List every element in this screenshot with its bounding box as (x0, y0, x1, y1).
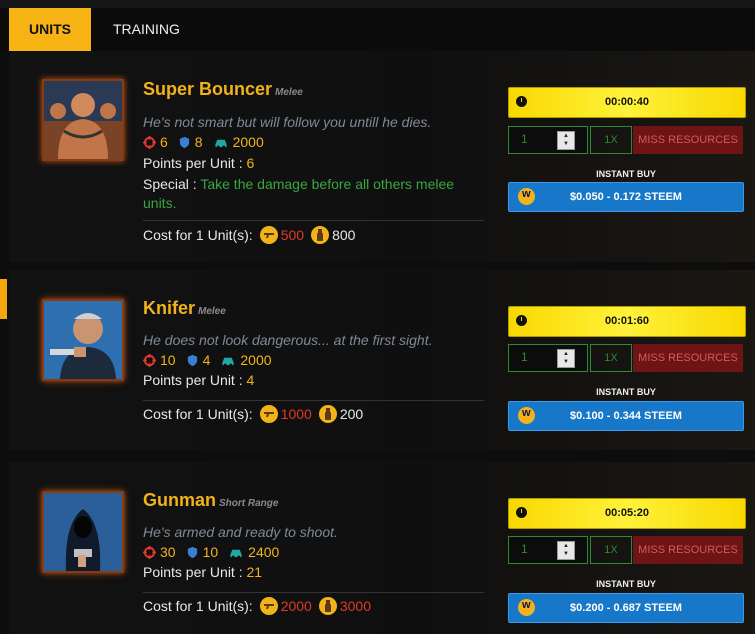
unit-description: He's armed and ready to shoot. (143, 524, 338, 540)
speed-car-icon (230, 549, 242, 559)
points-per-unit: Points per Unit : 4 (143, 372, 255, 388)
quantity-stepper[interactable]: 1 ▲ ▼ (508, 344, 588, 372)
defense-shield-icon (187, 354, 197, 366)
quantity-value: 1 (521, 542, 528, 556)
cost-bottle-value: 3000 (339, 598, 372, 614)
unit-card-knifer: Knifer Melee He does not look dangerous..… (10, 270, 755, 450)
gun-coin-icon (259, 597, 278, 615)
unit-stats: 30 10 2400 (143, 544, 285, 560)
instant-buy-button[interactable]: $0.100 - 0.344 STEEM (508, 401, 744, 431)
divider (143, 592, 484, 593)
unit-portrait (42, 79, 124, 161)
instant-buy-button[interactable]: $0.050 - 0.172 STEEM (508, 182, 744, 212)
miss-resources-button[interactable]: MISS RESOURCES (633, 344, 743, 372)
quantity-value: 1 (521, 132, 528, 146)
spin-arrows-icon[interactable]: ▲ ▼ (557, 349, 575, 368)
gun-coin-icon (259, 405, 278, 423)
spin-arrows-icon[interactable]: ▲ ▼ (557, 541, 575, 560)
defense-value: 10 (202, 544, 219, 560)
unit-cost: Cost for 1 Unit(s): 1000 200 (143, 405, 364, 423)
bottle-coin-icon (318, 405, 337, 423)
attack-crosshair-icon (143, 545, 156, 559)
multiplier-button[interactable]: 1X (590, 344, 632, 372)
tab-units[interactable]: UNITS (9, 8, 91, 51)
instant-buy-label: INSTANT BUY (596, 169, 656, 179)
bottle-coin-icon (318, 597, 337, 615)
speed-value: 2000 (232, 134, 264, 150)
instant-buy-button[interactable]: $0.200 - 0.687 STEEM (508, 593, 744, 623)
unit-card-gunman: Gunman Short Range He's armed and ready t… (10, 462, 755, 634)
recruit-timer: 00:01:60 (508, 306, 746, 337)
multiplier-button[interactable]: 1X (590, 126, 632, 154)
defense-shield-icon (179, 136, 189, 148)
recruit-timer: 00:00:40 (508, 87, 746, 118)
unit-name: Knifer Melee (143, 298, 226, 318)
recruit-timer: 00:05:20 (508, 498, 746, 529)
tab-bar: UNITS TRAINING (0, 8, 755, 51)
unit-name: Super Bouncer Melee (143, 79, 303, 99)
cost-bottle-value: 800 (332, 227, 356, 243)
unit-portrait (42, 491, 124, 573)
multiplier-button[interactable]: 1X (590, 536, 632, 564)
unit-card-super-bouncer: Super Bouncer Melee He's not smart but wi… (10, 51, 755, 262)
scroll-indicator (0, 279, 7, 319)
unit-category: Melee (198, 306, 226, 317)
attack-crosshair-icon (143, 353, 156, 367)
unit-description: He's not smart but will follow you until… (143, 114, 432, 130)
bottle-coin-icon (311, 226, 330, 244)
top-strip (0, 0, 755, 8)
quantity-stepper[interactable]: 1 ▲ ▼ (508, 126, 588, 154)
defense-value: 8 (194, 134, 203, 150)
defense-value: 4 (202, 352, 211, 368)
unit-category: Short Range (219, 498, 279, 509)
unit-stats: 6 8 2000 (143, 134, 270, 150)
attack-value: 6 (160, 134, 168, 150)
unit-cost: Cost for 1 Unit(s): 2000 3000 (143, 597, 372, 615)
unit-special: Special : Take the damage before all oth… (143, 176, 455, 211)
attack-value: 10 (160, 352, 176, 368)
unit-portrait (42, 299, 124, 381)
points-per-unit: Points per Unit : 6 (143, 155, 255, 171)
attack-crosshair-icon (143, 135, 156, 149)
unit-description: He does not look dangerous... at the fir… (143, 332, 433, 348)
instant-buy-label: INSTANT BUY (596, 579, 656, 589)
cost-bottle-value: 200 (339, 406, 364, 422)
speed-car-icon (215, 139, 227, 149)
unit-stats: 10 4 2000 (143, 352, 278, 368)
unit-category: Melee (275, 87, 303, 98)
points-per-unit: Points per Unit : 21 (143, 564, 263, 580)
attack-value: 30 (160, 544, 176, 560)
cost-gun-value: 2000 (280, 598, 312, 614)
unit-cost: Cost for 1 Unit(s): 500 800 (143, 226, 356, 244)
gun-coin-icon (259, 226, 278, 244)
divider (143, 400, 484, 401)
cost-gun-value: 1000 (280, 406, 312, 422)
speed-value: 2400 (248, 544, 280, 560)
unit-name: Gunman Short Range (143, 490, 279, 510)
defense-shield-icon (187, 546, 197, 558)
miss-resources-button[interactable]: MISS RESOURCES (633, 126, 743, 154)
tab-training[interactable]: TRAINING (113, 8, 180, 51)
quantity-value: 1 (521, 350, 528, 364)
miss-resources-button[interactable]: MISS RESOURCES (633, 536, 743, 564)
divider (143, 220, 484, 221)
speed-car-icon (222, 357, 234, 367)
instant-buy-label: INSTANT BUY (596, 387, 656, 397)
quantity-stepper[interactable]: 1 ▲ ▼ (508, 536, 588, 564)
speed-value: 2000 (240, 352, 272, 368)
spin-arrows-icon[interactable]: ▲ ▼ (557, 131, 575, 150)
cost-gun-value: 500 (280, 227, 305, 243)
